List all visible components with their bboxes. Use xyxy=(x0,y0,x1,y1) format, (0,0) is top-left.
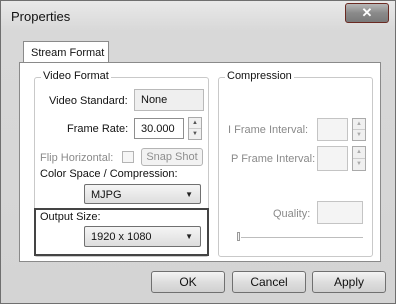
i-frame-interval-spinner[interactable]: ▲ ▼ xyxy=(352,118,366,141)
output-size-select[interactable]: 1920 x 1080 ▼ xyxy=(84,226,201,247)
video-standard-value: None xyxy=(141,94,168,106)
output-size-value: 1920 x 1080 xyxy=(91,231,152,243)
color-space-label: Color Space / Compression: xyxy=(40,168,178,180)
apply-button[interactable]: Apply xyxy=(312,271,386,293)
apply-label: Apply xyxy=(333,275,365,289)
spin-down-icon[interactable]: ▼ xyxy=(353,159,365,171)
flip-horizontal-label: Flip Horizontal: xyxy=(40,152,114,164)
chevron-down-icon: ▼ xyxy=(185,232,193,241)
snapshot-button[interactable]: Snap Shot xyxy=(141,148,203,166)
window-title: Properties xyxy=(11,9,71,24)
cancel-button[interactable]: Cancel xyxy=(232,271,306,293)
i-frame-interval-input[interactable] xyxy=(317,118,348,141)
p-frame-interval-spinner[interactable]: ▲ ▼ xyxy=(352,146,366,171)
p-frame-interval-input[interactable] xyxy=(317,146,348,171)
chevron-down-icon: ▼ xyxy=(185,190,193,199)
close-icon: ✕ xyxy=(361,5,373,20)
close-button[interactable]: ✕ xyxy=(345,3,389,23)
spin-down-icon[interactable]: ▼ xyxy=(353,130,365,141)
color-space-value: MJPG xyxy=(91,189,122,201)
quality-slider-track[interactable] xyxy=(241,237,363,238)
quality-label: Quality: xyxy=(273,208,311,220)
compression-group: Compression xyxy=(218,70,373,257)
spin-up-icon[interactable]: ▲ xyxy=(353,119,365,130)
frame-rate-spinner[interactable]: ▲ ▼ xyxy=(188,117,202,140)
frame-rate-value: 30.000 xyxy=(141,123,175,135)
flip-horizontal-checkbox[interactable] xyxy=(122,151,134,163)
ok-label: OK xyxy=(179,275,197,289)
snapshot-label: Snap Shot xyxy=(146,151,198,163)
output-size-label: Output Size: xyxy=(40,211,101,223)
compression-title: Compression xyxy=(225,70,294,82)
video-format-title: Video Format xyxy=(41,70,111,82)
spin-up-icon[interactable]: ▲ xyxy=(189,118,201,129)
quality-input[interactable] xyxy=(317,201,363,224)
tab-stream-format[interactable]: Stream Format xyxy=(23,41,109,63)
spin-down-icon[interactable]: ▼ xyxy=(189,129,201,140)
p-frame-interval-label: P Frame Interval: xyxy=(231,153,316,165)
cancel-label: Cancel xyxy=(250,275,288,289)
spin-up-icon[interactable]: ▲ xyxy=(353,147,365,159)
video-standard-field: None xyxy=(134,89,204,111)
ok-button[interactable]: OK xyxy=(151,271,225,293)
properties-dialog: Properties ✕ Stream Format Video Format … xyxy=(0,0,396,304)
frame-rate-input[interactable]: 30.000 xyxy=(134,118,184,139)
i-frame-interval-label: I Frame Interval: xyxy=(228,124,309,136)
tab-label: Stream Format xyxy=(31,47,105,59)
frame-rate-label: Frame Rate: xyxy=(67,123,129,135)
color-space-select[interactable]: MJPG ▼ xyxy=(84,184,201,204)
video-standard-label: Video Standard: xyxy=(49,95,128,107)
title-bar: Properties ✕ xyxy=(1,1,395,31)
quality-slider-thumb[interactable] xyxy=(237,232,240,241)
